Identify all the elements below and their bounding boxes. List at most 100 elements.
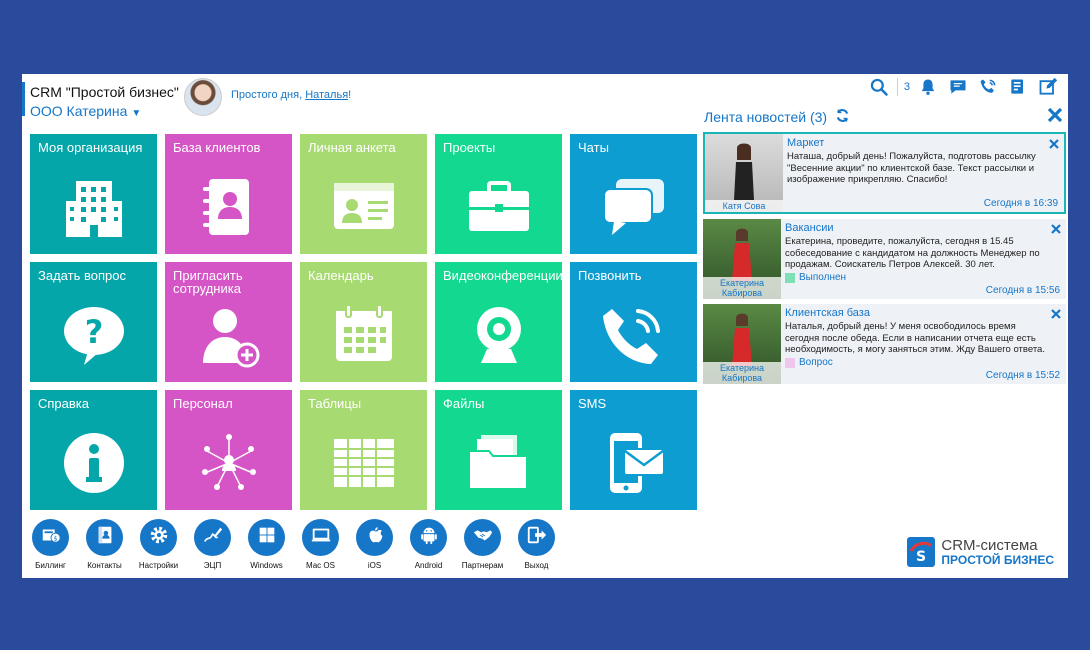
tile-invite-employee[interactable]: Пригласить сотрудника — [165, 262, 292, 382]
author-photo: Екатерина Кабирова — [703, 219, 781, 299]
billing-icon: $ — [40, 524, 62, 551]
tile-label: Файлы — [443, 396, 485, 411]
close-icon[interactable] — [1050, 307, 1062, 319]
feed-item-time: Сегодня в 15:52 — [985, 370, 1060, 381]
tile-call[interactable]: Позвонить — [570, 262, 697, 382]
refresh-icon[interactable] — [835, 108, 850, 126]
tile-videoconference[interactable]: Видеоконференции — [435, 262, 562, 382]
close-feed-icon[interactable] — [1046, 106, 1064, 124]
tile-client-base[interactable]: База клиентов — [165, 134, 292, 254]
tile-personal-profile[interactable]: Личная анкета — [300, 134, 427, 254]
top-toolbar: 3 — [867, 76, 1060, 98]
calendar-icon — [328, 299, 400, 376]
tile-label: SMS — [578, 396, 607, 411]
bell-icon[interactable] — [916, 76, 940, 98]
building-icon — [58, 171, 130, 248]
contacts-icon — [94, 524, 116, 551]
tile-label: Моя организация — [38, 140, 143, 155]
greeting-suffix: ! — [348, 89, 352, 101]
news-feed-title: Лента новостей (3) — [704, 109, 828, 125]
bottom-button-label: Биллинг — [35, 561, 66, 570]
tile-sms[interactable]: SMS — [570, 390, 697, 510]
author-photo: Катя Сова — [705, 134, 783, 212]
contacts-button[interactable]: Контакты — [84, 519, 125, 570]
android-icon — [418, 524, 440, 551]
org-selector[interactable]: ООО Катерина ▼ — [30, 103, 141, 119]
status-badge: Выполнен — [785, 272, 846, 283]
bottom-button-label: Выход — [524, 561, 549, 570]
windows-button[interactable]: Windows — [246, 519, 287, 570]
author-name: Екатерина Кабирова — [703, 362, 781, 384]
feed-item[interactable]: Катя Сова Маркет Наташа, добрый день! По… — [703, 132, 1066, 214]
question-bubble-icon: ? — [58, 299, 130, 376]
tile-chats[interactable]: Чаты — [570, 134, 697, 254]
logo-line1: CRM-система — [941, 536, 1038, 554]
sms-phone-icon — [598, 427, 670, 504]
bottom-button-label: Mac OS — [306, 561, 335, 570]
close-icon[interactable] — [1048, 137, 1060, 149]
feed-item-category: Клиентская база — [785, 307, 870, 319]
tile-label: Проекты — [443, 140, 496, 155]
edit-icon[interactable] — [1036, 76, 1060, 98]
tile-tables[interactable]: Таблицы — [300, 390, 427, 510]
exit-button[interactable]: Выход — [516, 519, 557, 570]
webcam-icon — [463, 299, 535, 376]
brand-logo: S CRM-система ПРОСТОЙ БИЗНЕС — [907, 537, 1054, 567]
crm-title: CRM "Простой бизнес" — [30, 84, 179, 100]
greeting-name-link[interactable]: Наталья — [305, 89, 348, 101]
avatar[interactable] — [184, 78, 222, 116]
tile-my-organization[interactable]: Моя организация — [30, 134, 157, 254]
settings-icon — [148, 524, 170, 551]
android-button[interactable]: Android — [408, 519, 449, 570]
id-card-icon — [328, 171, 400, 248]
tile-label: Пригласить сотрудника — [173, 269, 243, 295]
tile-label: Календарь — [308, 268, 374, 283]
bottom-button-label: Android — [414, 561, 443, 570]
message-icon[interactable] — [946, 76, 970, 98]
author-name: Екатерина Кабирова — [703, 277, 781, 299]
phone-icon — [598, 299, 670, 376]
handshake-icon — [472, 524, 494, 551]
tile-files[interactable]: Файлы — [435, 390, 562, 510]
tile-label: Чаты — [578, 140, 609, 155]
bottom-button-label: Контакты — [87, 561, 122, 570]
notification-count: 3 — [903, 81, 910, 93]
tile-calendar[interactable]: Календарь — [300, 262, 427, 382]
logo-mark-icon: S — [907, 537, 936, 567]
tile-help[interactable]: Справка — [30, 390, 157, 510]
partners-button[interactable]: Партнерам — [462, 519, 503, 570]
folder-icon — [463, 427, 535, 504]
feed-item-time: Сегодня в 16:39 — [983, 198, 1058, 209]
tile-personnel[interactable]: Персонал — [165, 390, 292, 510]
phone-call-icon[interactable] — [976, 76, 1000, 98]
signature-icon — [202, 524, 224, 551]
macos-button[interactable]: Mac OS — [300, 519, 341, 570]
close-icon[interactable] — [1050, 222, 1062, 234]
bottom-button-label: Windows — [250, 561, 283, 570]
tile-ask-question[interactable]: Задать вопрос ? — [30, 262, 157, 382]
feed-item-category: Вакансии — [785, 222, 834, 234]
tile-projects[interactable]: Проекты — [435, 134, 562, 254]
macos-icon — [310, 524, 332, 551]
windows-icon — [256, 524, 278, 551]
search-icon[interactable] — [867, 76, 891, 98]
greeting: Простого дня, Наталья! — [231, 89, 351, 101]
settings-button[interactable]: Настройки — [138, 519, 179, 570]
greeting-prefix: Простого дня, — [231, 89, 306, 101]
svg-text:S: S — [916, 549, 926, 565]
feed-item[interactable]: Екатерина Кабирова Вакансии Екатерина, п… — [703, 219, 1066, 299]
tile-label: Таблицы — [308, 396, 362, 411]
table-icon — [328, 427, 400, 504]
feed-item-text: Наталья, добрый день! У меня освободилос… — [785, 321, 1045, 355]
tile-label: Справка — [38, 396, 89, 411]
org-name: ООО Катерина — [30, 103, 128, 119]
signature-button[interactable]: ЭЦП — [192, 519, 233, 570]
status-label: Вопрос — [799, 357, 833, 368]
ios-button[interactable]: iOS — [354, 519, 395, 570]
author-photo: Екатерина Кабирова — [703, 304, 781, 384]
feed-item-category: Маркет — [787, 137, 825, 149]
billing-button[interactable]: $ Биллинг — [30, 519, 71, 570]
documents-icon[interactable] — [1006, 76, 1030, 98]
bottom-button-label: iOS — [367, 561, 382, 570]
feed-item[interactable]: Екатерина Кабирова Клиентская база Натал… — [703, 304, 1066, 384]
